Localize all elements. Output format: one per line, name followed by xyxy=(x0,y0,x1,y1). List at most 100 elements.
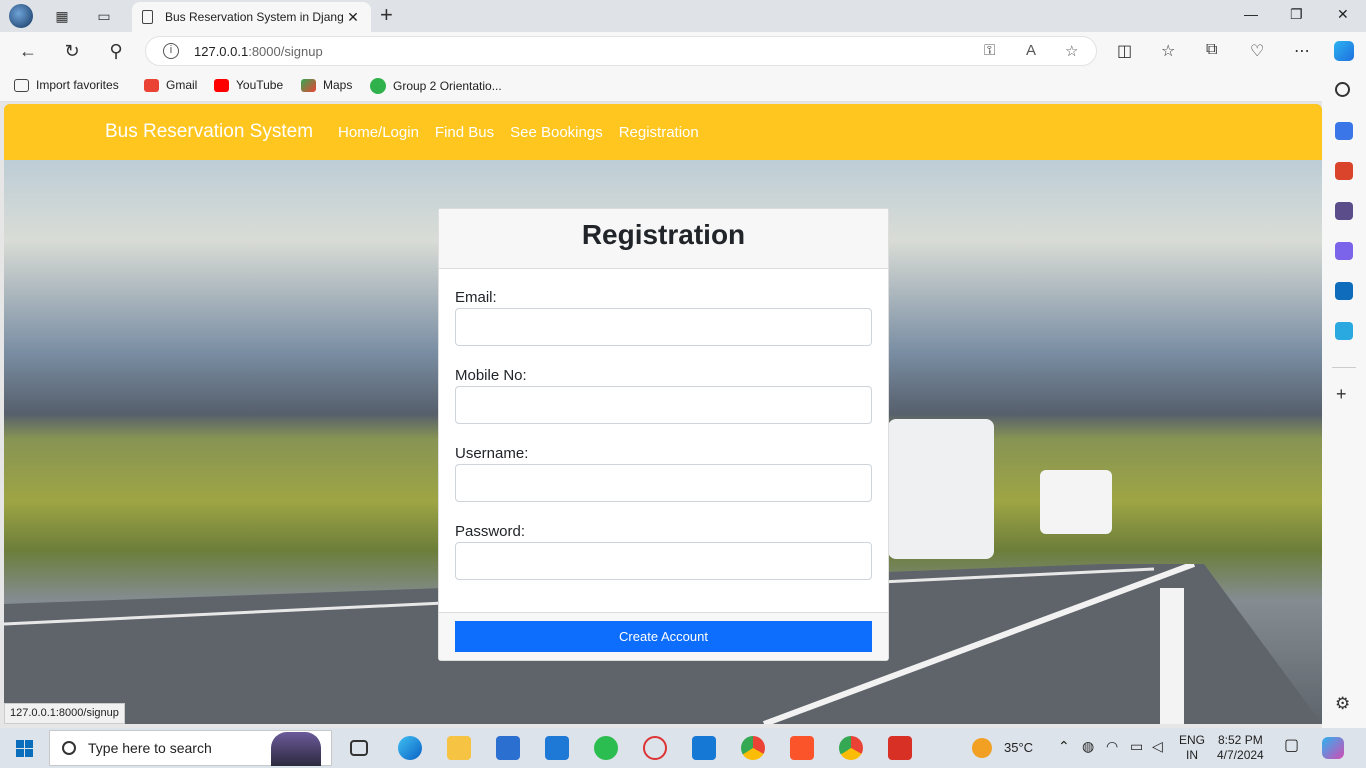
edge-app-icon[interactable] xyxy=(398,736,422,760)
edge-sidebar: + ⚙ xyxy=(1322,70,1366,728)
sidebar-divider xyxy=(1332,367,1356,368)
favorite-group2[interactable]: Group 2 Orientatio... xyxy=(370,78,502,94)
notifications-icon[interactable]: ▢ xyxy=(1284,738,1299,754)
start-icon[interactable] xyxy=(16,740,33,757)
whatsapp-icon[interactable] xyxy=(594,736,618,760)
battery-icon[interactable]: ▭ xyxy=(1130,739,1143,754)
url-field[interactable]: i 127.0.0.1:8000/signup ⚿ A ☆ xyxy=(145,36,1097,66)
email-label: Email: xyxy=(455,289,497,306)
collections-icon[interactable]: ⧉ xyxy=(1206,41,1217,59)
group-icon xyxy=(370,78,386,94)
back-icon[interactable]: ← xyxy=(14,39,42,63)
nav-see-bookings[interactable]: See Bookings xyxy=(510,124,603,141)
mobile-input[interactable] xyxy=(455,386,872,424)
close-tab-icon[interactable]: ✕ xyxy=(345,9,361,26)
maps-icon xyxy=(301,78,316,92)
sidebar-shopping-icon[interactable] xyxy=(1335,122,1353,140)
sidebar-outlook-icon[interactable] xyxy=(1335,282,1353,300)
workspaces-icon[interactable]: ▦ xyxy=(49,4,75,28)
store-icon[interactable] xyxy=(496,736,520,760)
nav-home-login[interactable]: Home/Login xyxy=(338,124,419,141)
chrome-profile-icon[interactable] xyxy=(839,736,863,760)
email-input[interactable] xyxy=(455,308,872,346)
import-icon xyxy=(14,78,29,92)
profile-avatar-icon[interactable] xyxy=(8,4,34,28)
favorite-gmail[interactable]: Gmail xyxy=(144,78,197,92)
nav-find-bus[interactable]: Find Bus xyxy=(435,124,494,141)
chrome-icon[interactable] xyxy=(741,736,765,760)
sidebar-settings-icon[interactable]: ⚙ xyxy=(1335,694,1350,714)
sidebar-add-icon[interactable]: + xyxy=(1336,384,1347,405)
active-tab[interactable]: Bus Reservation System in Djang ✕ xyxy=(132,2,371,32)
refresh-icon[interactable]: ↻ xyxy=(58,39,86,63)
favorites-bar: Import favorites Gmail YouTube Maps Grou… xyxy=(0,70,1366,102)
key-icon[interactable]: ⚿ xyxy=(984,42,995,59)
sidebar-tools-icon[interactable] xyxy=(1335,162,1353,180)
favorite-star-icon[interactable]: ☆ xyxy=(1065,42,1078,60)
copilot-taskbar-icon[interactable] xyxy=(1322,737,1344,759)
brave-icon[interactable] xyxy=(790,736,814,760)
create-account-button[interactable]: Create Account xyxy=(455,621,872,652)
nav-registration[interactable]: Registration xyxy=(619,124,699,141)
region-code: IN xyxy=(1186,748,1198,762)
url-text: 127.0.0.1:8000/signup xyxy=(194,44,323,59)
search-icon[interactable]: ⚲ xyxy=(102,39,130,63)
file-explorer-icon[interactable] xyxy=(447,736,471,760)
road-post xyxy=(1160,588,1184,724)
vscode-icon[interactable] xyxy=(692,736,716,760)
username-input[interactable] xyxy=(455,464,872,502)
password-input[interactable] xyxy=(455,542,872,580)
tray-chevron-icon[interactable]: ⌃ xyxy=(1058,739,1070,754)
page-icon xyxy=(142,10,153,24)
restore-icon[interactable]: ❐ xyxy=(1290,6,1303,23)
favorites-icon[interactable]: ☆ xyxy=(1161,41,1175,61)
taskbar-search[interactable]: Type here to search xyxy=(49,730,332,766)
task-view-icon[interactable] xyxy=(350,740,368,756)
more-menu-icon[interactable]: ⋯ xyxy=(1294,41,1310,61)
sidebar-send-icon[interactable] xyxy=(1335,322,1353,340)
close-window-icon[interactable]: ✕ xyxy=(1337,6,1349,23)
card-footer: Create Account xyxy=(439,612,888,660)
sidebar-office-icon[interactable] xyxy=(1335,242,1353,260)
import-favorites[interactable]: Import favorites xyxy=(14,78,119,92)
read-aloud-icon[interactable]: A xyxy=(1026,42,1036,59)
mail-icon[interactable] xyxy=(545,736,569,760)
clock[interactable]: 8:52 PM 4/7/2024 xyxy=(1217,733,1264,763)
registration-title: Registration xyxy=(439,209,888,269)
clock-date: 4/7/2024 xyxy=(1217,748,1264,762)
favorite-youtube[interactable]: YouTube xyxy=(214,78,283,92)
wps-office-icon[interactable] xyxy=(888,736,912,760)
web-page: Bus Reservation System Home/Login Find B… xyxy=(4,104,1322,724)
youtube-icon xyxy=(214,78,229,92)
site-brand[interactable]: Bus Reservation System xyxy=(105,121,313,143)
wifi-icon[interactable]: ◠ xyxy=(1106,739,1118,754)
search-placeholder: Type here to search xyxy=(88,740,212,756)
tab-actions-icon[interactable]: ▭ xyxy=(91,4,117,28)
sidebar-search-icon[interactable] xyxy=(1335,82,1350,97)
volume-icon[interactable]: ◁ xyxy=(1152,739,1163,754)
temperature[interactable]: 35°C xyxy=(1004,740,1033,755)
password-label: Password: xyxy=(455,523,526,540)
search-icon xyxy=(62,741,76,755)
copilot-icon[interactable] xyxy=(1334,41,1354,61)
address-bar-row: ← ↻ ⚲ i 127.0.0.1:8000/signup ⚿ A ☆ ◫ ☆ … xyxy=(0,32,1366,70)
clock-time: 8:52 PM xyxy=(1218,733,1263,747)
favorite-maps[interactable]: Maps xyxy=(301,78,352,92)
split-screen-icon[interactable]: ◫ xyxy=(1117,41,1132,61)
mobile-label: Mobile No: xyxy=(455,367,527,384)
bus-image xyxy=(888,419,994,559)
site-info-icon[interactable]: i xyxy=(163,43,179,59)
language-code: ENG xyxy=(1179,733,1206,747)
minimize-icon[interactable]: — xyxy=(1244,6,1258,22)
performance-icon[interactable]: ♡ xyxy=(1250,41,1264,61)
snipping-tool-icon[interactable] xyxy=(643,736,667,760)
search-highlight-icon xyxy=(271,732,321,766)
language-indicator[interactable]: ENG IN xyxy=(1179,733,1205,763)
weather-icon[interactable] xyxy=(972,738,992,758)
status-url-tooltip: 127.0.0.1:8000/signup xyxy=(4,703,125,724)
site-navbar: Bus Reservation System Home/Login Find B… xyxy=(4,104,1322,160)
new-tab-icon[interactable]: + xyxy=(380,4,393,26)
tray-people-icon[interactable]: ◍ xyxy=(1082,739,1094,754)
sidebar-games-icon[interactable] xyxy=(1335,202,1353,220)
registration-card: Registration Email: Mobile No: Username:… xyxy=(438,208,889,661)
